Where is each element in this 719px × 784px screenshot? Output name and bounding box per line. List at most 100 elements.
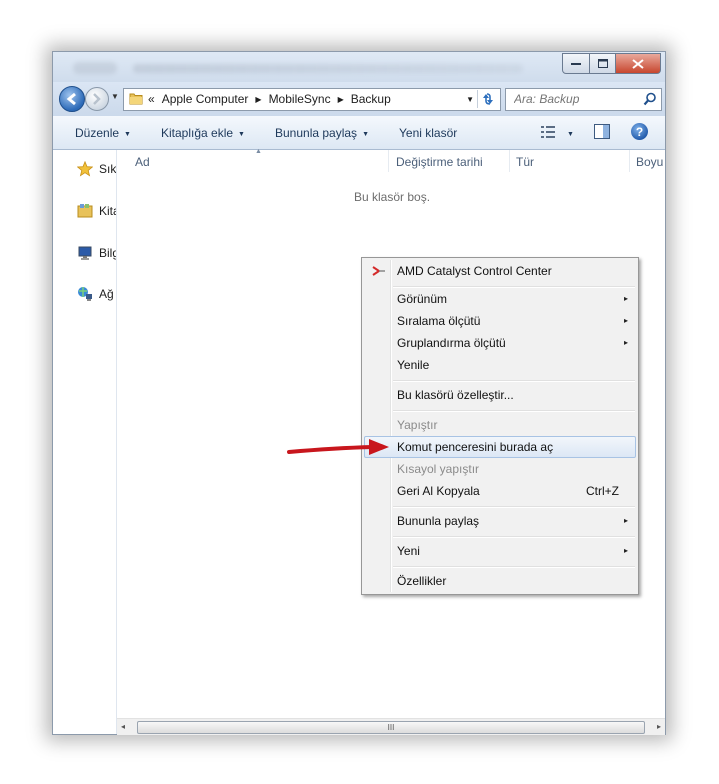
preview-pane-icon[interactable] (594, 124, 610, 139)
menu-separator (393, 536, 635, 538)
organize-label: Düzenle (75, 126, 120, 140)
menu-item-label: Yenile (397, 358, 430, 372)
minimize-icon (571, 62, 581, 65)
menu-item-refresh[interactable]: Yenile (364, 354, 636, 376)
breadcrumb-separator-icon[interactable]: ▶ (255, 95, 261, 104)
change-view-icon[interactable] (541, 126, 557, 139)
menu-item-open-command-window[interactable]: Komut penceresini burada aç (364, 436, 636, 458)
menu-item-label: Geri Al Kopyala (397, 484, 480, 498)
navigation-pane: Sık Kita Bilg Ağ (53, 150, 117, 734)
forward-button[interactable] (85, 87, 109, 111)
nav-item-label: Sık (99, 162, 117, 176)
blurred-title-icons (73, 62, 117, 74)
title-bar (53, 52, 665, 82)
chevron-down-icon: ▼ (567, 131, 574, 138)
menu-item-label: Bu klasörü özelleştir... (397, 388, 514, 402)
blurred-window-title (133, 64, 523, 73)
menu-item-share-with[interactable]: Bununla paylaş ▸ (364, 510, 636, 532)
organize-button[interactable]: Düzenle ▼ (75, 126, 131, 140)
window-controls (562, 53, 661, 74)
include-in-library-button[interactable]: Kitaplığa ekle ▼ (161, 126, 245, 140)
menu-item-label: Gruplandırma ölçütü (397, 336, 506, 350)
nav-item-network[interactable]: Ağ (77, 286, 114, 302)
refresh-button[interactable] (477, 90, 498, 108)
nav-item-computer[interactable]: Bilg (77, 245, 116, 261)
context-menu: AMD Catalyst Control Center Görünüm ▸ Sı… (361, 257, 639, 595)
sort-ascending-icon: ▲ (255, 148, 262, 155)
menu-item-paste: Yapıştır (364, 414, 636, 436)
library-icon (77, 204, 93, 218)
scroll-thumb[interactable]: III (137, 721, 645, 734)
horizontal-scrollbar[interactable]: ◂ III ▸ (117, 718, 665, 735)
search-input[interactable] (506, 89, 642, 108)
menu-item-label: Yapıştır (397, 418, 438, 432)
menu-separator (393, 506, 635, 508)
column-divider[interactable] (388, 150, 389, 172)
maximize-icon (597, 59, 608, 68)
scroll-right-icon[interactable]: ▸ (657, 722, 661, 731)
back-button[interactable] (59, 86, 85, 112)
minimize-button[interactable] (562, 53, 590, 74)
scroll-left-icon[interactable]: ◂ (121, 722, 125, 731)
nav-item-label: Ağ (99, 287, 114, 301)
column-header-date-modified[interactable]: Değiştirme tarihi (396, 155, 483, 169)
menu-separator (393, 380, 635, 382)
search-icon[interactable] (643, 92, 657, 106)
menu-item-new[interactable]: Yeni ▸ (364, 540, 636, 562)
help-icon[interactable]: ? (631, 123, 648, 140)
menu-item-label: AMD Catalyst Control Center (397, 264, 552, 278)
new-folder-button[interactable]: Yeni klasör (399, 126, 457, 140)
submenu-arrow-icon: ▸ (623, 338, 628, 347)
chevron-down-icon: ▼ (362, 131, 369, 138)
nav-item-label: Kita (99, 204, 116, 218)
menu-item-sort-by[interactable]: Sıralama ölçütü ▸ (364, 310, 636, 332)
menu-item-label: Kısayol yapıştır (397, 462, 480, 476)
column-divider[interactable] (509, 150, 510, 172)
view-options-dropdown[interactable]: ▼ (567, 126, 574, 140)
menu-item-amd-catalyst[interactable]: AMD Catalyst Control Center (364, 260, 636, 282)
close-button[interactable] (616, 53, 661, 74)
menu-item-label: Görünüm (397, 292, 448, 306)
nav-item-libraries[interactable]: Kita (77, 203, 116, 219)
maximize-button[interactable] (590, 53, 616, 74)
search-box[interactable] (505, 88, 662, 111)
column-divider[interactable] (629, 150, 630, 172)
chevron-down-icon: ▼ (124, 131, 131, 138)
forward-arrow-icon (93, 93, 101, 105)
nav-item-favorites[interactable]: Sık (77, 161, 116, 177)
menu-separator (393, 566, 635, 568)
address-box[interactable]: « Apple Computer ▶ MobileSync ▶ Backup ▼ (123, 88, 501, 111)
menu-item-view[interactable]: Görünüm ▸ (364, 288, 636, 310)
amd-icon (372, 266, 385, 276)
menu-item-customize-folder[interactable]: Bu klasörü özelleştir... (364, 384, 636, 406)
share-with-label: Bununla paylaş (275, 126, 358, 140)
share-with-button[interactable]: Bununla paylaş ▼ (275, 126, 369, 140)
breadcrumb-item[interactable]: Backup (351, 92, 391, 106)
menu-item-label: Yeni (397, 544, 420, 558)
menu-item-paste-shortcut: Kısayol yapıştır (364, 458, 636, 480)
network-icon (78, 287, 92, 301)
breadcrumb-item[interactable]: Apple Computer (162, 92, 249, 106)
chevron-down-icon: ▼ (238, 131, 245, 138)
star-icon (77, 161, 93, 177)
submenu-arrow-icon: ▸ (623, 516, 628, 525)
address-dropdown-icon[interactable]: ▼ (466, 95, 474, 104)
submenu-arrow-icon: ▸ (623, 294, 628, 303)
address-bar-area: ▼ « Apple Computer ▶ MobileSync ▶ Backup… (53, 82, 665, 116)
menu-item-label: Özellikler (397, 574, 447, 588)
breadcrumb-overflow[interactable]: « (148, 92, 155, 106)
submenu-arrow-icon: ▸ (623, 316, 628, 325)
breadcrumb-separator-icon[interactable]: ▶ (338, 95, 344, 104)
menu-item-properties[interactable]: Özellikler (364, 570, 636, 592)
recent-pages-dropdown[interactable]: ▼ (111, 92, 119, 101)
include-in-library-label: Kitaplığa ekle (161, 126, 234, 140)
menu-item-group-by[interactable]: Gruplandırma ölçütü ▸ (364, 332, 636, 354)
column-header-size[interactable]: Boyu (636, 155, 663, 169)
menu-item-undo-copy[interactable]: Geri Al Kopyala Ctrl+Z (364, 480, 636, 502)
close-icon (632, 58, 644, 69)
empty-folder-message: Bu klasör boş. (354, 190, 431, 204)
column-header-type[interactable]: Tür (516, 155, 534, 169)
breadcrumb-item[interactable]: MobileSync (269, 92, 331, 106)
red-pointer-arrow-icon (287, 439, 389, 455)
column-header-name[interactable]: Ad (135, 155, 150, 169)
